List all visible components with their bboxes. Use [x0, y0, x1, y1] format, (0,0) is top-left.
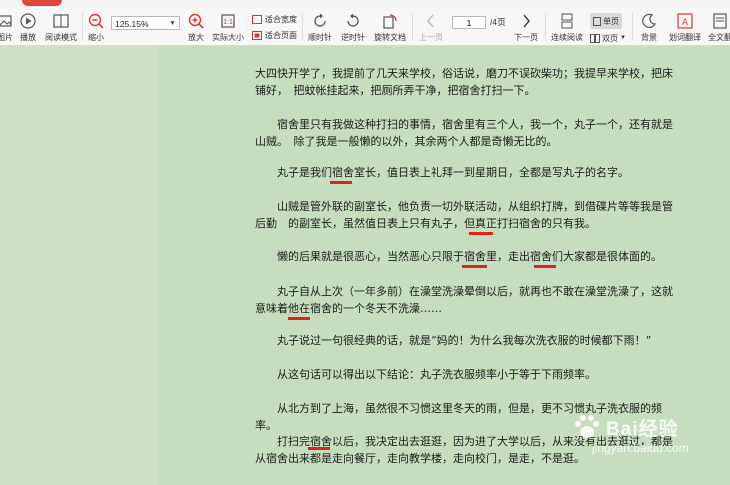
single-page-button[interactable]: 单页 — [590, 13, 622, 29]
separator — [412, 13, 413, 41]
paw-logo-icon — [575, 415, 599, 438]
double-page-icon — [590, 33, 600, 43]
separator — [545, 13, 546, 41]
fit-width-button[interactable]: 适合宽度 — [252, 13, 297, 26]
chevron-right-icon — [517, 12, 535, 30]
paragraph: 丸子说过一句很经典的话，就是“妈的！为什么我每次洗衣服的时候都下雨！” — [277, 334, 652, 347]
separator — [302, 13, 303, 41]
paragraph: 丸子自从上次（一年多前）在澡堂洗澡晕倒以后，就再也不敢在澡堂洗澡了，这就意味着他… — [255, 285, 673, 315]
fit-width-icon — [252, 15, 262, 24]
play-icon — [19, 12, 37, 30]
zoom-in-icon — [187, 12, 205, 30]
underline-mark — [308, 447, 330, 450]
chevron-left-icon — [422, 12, 440, 30]
actual-size-button[interactable]: 1:1 实际大小 — [211, 9, 245, 43]
rotate-clockwise-icon — [311, 12, 329, 30]
image-icon — [0, 12, 14, 30]
actual-size-icon: 1:1 — [219, 12, 237, 30]
toolbar: 图片 播放 阅读模式 缩小 125.15% ▼ 放大 1:1 实际大小 适合宽度… — [0, 7, 730, 46]
rotate-document-icon — [381, 12, 399, 30]
continuous-read-icon — [558, 12, 576, 30]
ribbon-tabs — [0, 0, 730, 7]
prev-page-button[interactable]: 上一页 — [418, 9, 444, 43]
play-button[interactable]: 播放 — [17, 9, 39, 43]
zoom-out-button[interactable]: 缩小 — [85, 9, 107, 43]
page-number-input[interactable]: 1 — [452, 16, 486, 29]
moon-icon — [640, 12, 658, 30]
double-page-button[interactable]: 双页 ▼ — [590, 32, 630, 44]
underline-mark — [534, 265, 556, 268]
paragraph: 山贼是管外联的副室长，他负责一切外联活动，从组织打牌，到借碟片等等我是管后勤 的… — [255, 200, 673, 230]
fit-page-button[interactable]: 适合页面 — [252, 29, 297, 42]
book-icon — [52, 12, 70, 30]
paragraph: 大四快开学了，我提前了几天来学校，俗话说，磨刀不误砍柴功；我提早来学校，把床铺好… — [255, 67, 673, 97]
fit-page-icon — [252, 31, 262, 40]
fulltext-translate-button[interactable]: 全文翻 — [707, 9, 730, 43]
zoom-out-icon — [87, 12, 105, 30]
document-translate-icon — [711, 12, 729, 30]
underline-mark — [469, 232, 493, 235]
underline-mark — [462, 265, 487, 268]
watermark-url: jingyan.baidu.com — [592, 441, 689, 455]
read-mode-button[interactable]: 阅读模式 — [44, 9, 78, 43]
rotate-counterclockwise-icon — [344, 12, 362, 30]
svg-text:A: A — [682, 17, 688, 27]
zoom-select[interactable]: 125.15% ▼ — [111, 16, 180, 30]
page-total: /4页 — [490, 17, 506, 27]
paragraph: 懒的后果就是很恶心，当然恶心只限于宿舍里，走出宿舍们大家都是很体面的。 — [277, 250, 662, 263]
next-page-button[interactable]: 下一页 — [513, 9, 539, 43]
paragraph: 丸子是我们宿舍室长，值日表上礼拜一到星期日，全都是写丸子的名字。 — [277, 166, 629, 179]
chevron-down-icon: ▼ — [169, 20, 176, 27]
underline-mark — [288, 317, 310, 320]
background-button[interactable]: 背景 — [636, 9, 662, 43]
word-translate-button[interactable]: A 划词翻译 — [668, 9, 702, 43]
zoom-in-button[interactable]: 放大 — [185, 9, 207, 43]
paragraph: 从这句话可以得出以下结论：丸子洗衣服频率小于等于下雨频率。 — [277, 368, 596, 381]
tab-home[interactable] — [22, 0, 62, 6]
chevron-down-icon: ▼ — [620, 35, 626, 41]
separator — [82, 13, 83, 41]
continuous-read-button[interactable]: 连续阅读 — [549, 9, 585, 43]
rotate-counterclockwise-button[interactable]: 逆时针 — [339, 9, 367, 43]
separator — [632, 13, 633, 41]
rotate-document-button[interactable]: 旋转文档 — [372, 9, 408, 43]
single-page-icon — [593, 16, 601, 26]
baidu-watermark: Bai经验 — [572, 413, 679, 441]
translate-icon: A — [676, 12, 694, 30]
underline-mark — [330, 181, 352, 184]
rotate-clockwise-button[interactable]: 顺时针 — [306, 9, 334, 43]
svg-text:1:1: 1:1 — [223, 19, 233, 26]
document-margin — [0, 46, 158, 485]
paragraph: 宿舍里只有我做这种打扫的事情，宿舍里有三个人，我一个，丸子一个，还有就是山贼。 … — [255, 118, 673, 148]
image-button[interactable]: 图片 — [0, 9, 16, 43]
